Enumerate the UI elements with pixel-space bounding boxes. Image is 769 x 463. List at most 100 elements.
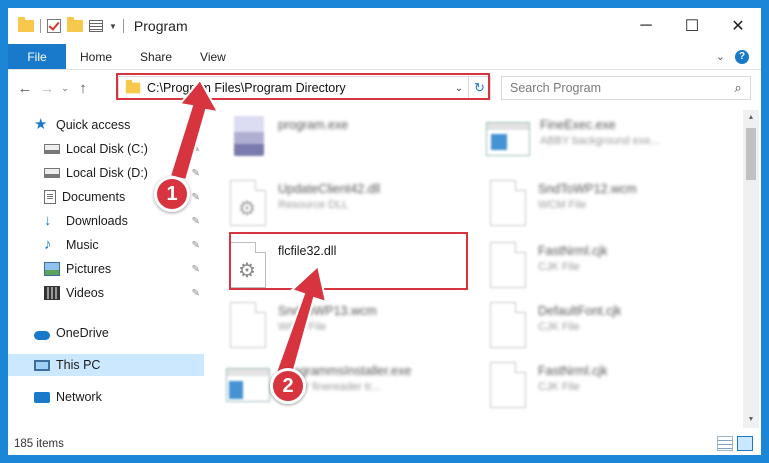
customize-toolbar-icon[interactable]: ▼	[109, 22, 117, 31]
gear-file-icon	[230, 180, 266, 226]
file-item[interactable]: program.exe	[220, 116, 460, 176]
ribbon-right: ⌄ ?	[716, 44, 761, 69]
tab-home[interactable]: Home	[66, 44, 126, 69]
item-count: 185 items	[14, 438, 64, 450]
sidebar-item-label: This PC	[56, 358, 101, 372]
file-item[interactable]: SndToWP13.wcm WCM File	[220, 302, 460, 362]
vertical-scrollbar[interactable]: ▲ ▼	[743, 110, 759, 428]
tab-file[interactable]: File	[8, 44, 66, 69]
file-name: SndToWP13.wcm	[278, 304, 377, 318]
file-type: WCM File	[538, 199, 587, 211]
large-icons-view-icon[interactable]	[737, 436, 753, 451]
properties-icon[interactable]	[89, 20, 103, 32]
file-icon	[490, 362, 526, 408]
exe-icon	[486, 122, 530, 156]
callout-badge-2: 2	[270, 368, 306, 404]
file-type: ABBY background exe...	[540, 135, 660, 147]
file-type: CJK File	[538, 321, 580, 333]
scroll-down-icon[interactable]: ▼	[743, 412, 759, 428]
sidebar-item-videos[interactable]: Videos ✎	[8, 282, 204, 304]
sidebar-item-label: Pictures	[66, 262, 112, 276]
pin-icon[interactable]: ✎	[192, 168, 200, 179]
new-folder-icon[interactable]	[67, 17, 83, 32]
sidebar-item-label: OneDrive	[56, 326, 109, 340]
sidebar-item-music[interactable]: ♪ Music ✎	[8, 234, 204, 256]
forward-arrow-icon[interactable]: →	[36, 80, 58, 97]
videos-icon	[44, 286, 60, 300]
file-item[interactable]: UpdateClient42.dll Resource DLL	[220, 180, 460, 240]
details-view-icon[interactable]	[717, 436, 733, 451]
file-type: WCM File	[278, 321, 327, 333]
maximize-button[interactable]: ☐	[669, 8, 715, 44]
pin-icon[interactable]: ✎	[192, 192, 200, 203]
file-item[interactable]: DefaultFont.cjk CJK File	[480, 302, 720, 362]
view-switcher	[717, 436, 753, 451]
sidebar-item-label: Music	[66, 238, 99, 252]
scroll-thumb[interactable]	[746, 128, 756, 180]
folder-icon	[18, 17, 34, 32]
file-item[interactable]: FastNrml.cjk CJK File	[480, 362, 720, 422]
sidebar-item-pictures[interactable]: Pictures ✎	[8, 258, 204, 280]
sidebar-item-this-pc[interactable]: This PC	[8, 354, 204, 376]
quick-access-toolbar: ▼	[8, 8, 124, 44]
file-item[interactable]: FastNrml.cjk CJK File	[480, 242, 720, 302]
sidebar-item-downloads[interactable]: ↓ Downloads ✎	[8, 210, 204, 232]
title-bar: ▼ Program ─ ☐ ✕	[8, 8, 761, 44]
file-name: FineExec.exe	[540, 118, 616, 132]
file-icon	[230, 302, 266, 348]
file-item[interactable]: SndToWP12.wcm WCM File	[480, 180, 720, 240]
up-arrow-icon[interactable]: ↑	[72, 80, 94, 97]
exe-icon	[226, 368, 270, 402]
download-icon: ↓	[44, 212, 52, 229]
tab-share[interactable]: Share	[126, 44, 186, 69]
disk-icon	[44, 168, 60, 178]
file-type: Resource DLL	[278, 199, 349, 211]
file-icon	[490, 242, 526, 288]
search-icon[interactable]: ⌕	[726, 80, 750, 96]
recent-locations-icon[interactable]: ⌄	[58, 83, 72, 94]
sidebar-item-network[interactable]: Network	[8, 386, 204, 408]
file-name: FastNrml.cjk	[538, 364, 608, 378]
pin-icon[interactable]: ✎	[192, 240, 200, 251]
tab-view[interactable]: View	[186, 44, 240, 69]
pin-icon[interactable]: ✎	[192, 216, 200, 227]
sidebar-item-local-disk-c[interactable]: Local Disk (C:) ✎	[8, 138, 204, 160]
sidebar-item-label: Quick access	[56, 118, 131, 132]
address-bar-highlight	[116, 73, 490, 100]
back-arrow-icon[interactable]: ←	[14, 80, 36, 97]
file-icon	[490, 180, 526, 226]
sidebar-item-label: Videos	[66, 286, 104, 300]
file-item[interactable]: FineExec.exe ABBY background exe...	[480, 116, 720, 176]
file-name: DefaultFont.cjk	[538, 304, 622, 318]
star-icon: ★	[34, 116, 48, 133]
file-name: SndToWP12.wcm	[538, 182, 637, 196]
sidebar-item-label: Documents	[62, 190, 126, 204]
window-controls: ─ ☐ ✕	[623, 8, 761, 44]
file-type: CJK File	[538, 381, 580, 393]
callout-badge-1: 1	[154, 176, 190, 212]
window-title: Program	[133, 18, 188, 34]
file-type: CJK File	[538, 261, 580, 273]
scroll-up-icon[interactable]: ▲	[743, 110, 759, 126]
sidebar-item-quick-access[interactable]: ★ Quick access	[8, 114, 204, 136]
pin-icon[interactable]: ✎	[192, 288, 200, 299]
expand-ribbon-icon[interactable]: ⌄	[716, 50, 725, 63]
minimize-button[interactable]: ─	[623, 8, 669, 44]
disk-icon	[44, 144, 60, 154]
pin-icon[interactable]: ✎	[192, 144, 200, 155]
close-button[interactable]: ✕	[715, 8, 761, 44]
file-highlight	[229, 232, 468, 290]
file-name: program.exe	[278, 118, 349, 132]
properties-check-icon[interactable]	[47, 19, 61, 33]
navigation-pane: ★ Quick access Local Disk (C:) ✎ Local D…	[8, 110, 204, 428]
sidebar-item-onedrive[interactable]: OneDrive	[8, 322, 204, 344]
help-icon[interactable]: ?	[735, 49, 749, 64]
file-item[interactable]: ProgrammsInstaller.exe ABBY finereader t…	[220, 362, 460, 422]
network-icon	[34, 391, 50, 403]
pin-icon[interactable]: ✎	[192, 264, 200, 275]
search-input[interactable]	[502, 77, 726, 99]
status-bar: 185 items	[8, 433, 761, 455]
file-name: UpdateClient42.dll	[278, 182, 381, 196]
sidebar-item-label: Downloads	[66, 214, 128, 228]
toolbar-divider	[122, 19, 124, 33]
